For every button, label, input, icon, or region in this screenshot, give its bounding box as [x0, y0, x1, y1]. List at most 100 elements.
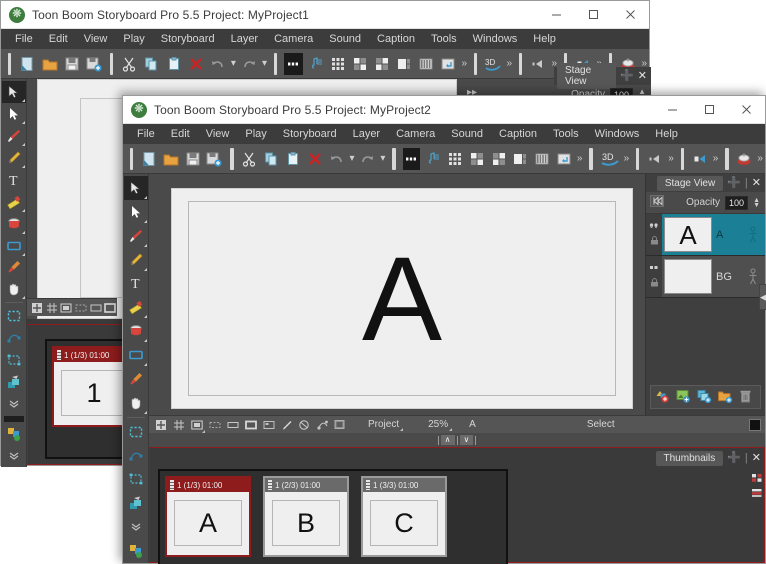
film-icon[interactable] — [417, 53, 435, 75]
current-color-swatch[interactable] — [749, 418, 761, 431]
toolbar-grip[interactable] — [589, 147, 593, 170]
contour-editor-tool[interactable] — [124, 444, 148, 468]
thumbnails-side-tools[interactable] — [752, 473, 762, 500]
bitmap-layer-icon[interactable] — [649, 264, 659, 276]
drawing-layer-icon[interactable] — [649, 222, 659, 234]
add-panel-icon[interactable]: ➕ — [620, 70, 634, 82]
menu-edit[interactable]: Edit — [163, 126, 198, 142]
layers-panel-footer[interactable] — [650, 385, 761, 409]
close-panel-icon[interactable]: ✕ — [752, 177, 761, 189]
menu-edit[interactable]: Edit — [41, 31, 76, 47]
toolbar-grip[interactable] — [130, 147, 134, 170]
undo-dropdown-icon[interactable]: ▾ — [350, 153, 355, 164]
duplicate-layer-icon[interactable] — [697, 389, 712, 406]
rectangle-tool[interactable] — [124, 343, 148, 367]
nav-up-icon[interactable]: ∧ — [440, 435, 455, 445]
export-icon[interactable] — [555, 148, 573, 170]
lock-icon[interactable] — [650, 277, 659, 290]
menu-file[interactable]: File — [7, 31, 41, 47]
background-window-toolbar[interactable]: ▾ ▾ » 3D » » » — [1, 49, 649, 79]
menu-tools[interactable]: Tools — [545, 126, 587, 142]
copy-icon[interactable] — [262, 148, 280, 170]
pencil-tool[interactable] — [2, 147, 26, 169]
brush-tool[interactable] — [124, 224, 148, 248]
next-panel-icon[interactable] — [691, 148, 709, 170]
eyedropper-tool[interactable] — [124, 367, 148, 391]
layout2-icon[interactable] — [468, 148, 486, 170]
add-vector-layer-icon[interactable] — [655, 389, 670, 406]
new-project-icon[interactable] — [140, 148, 158, 170]
prev-panel-icon[interactable] — [529, 53, 547, 75]
pointer-tool[interactable] — [123, 176, 148, 200]
layer-name[interactable]: A — [716, 214, 741, 255]
menu-tools[interactable]: Tools — [423, 31, 465, 47]
layers-panel[interactable]: Stage View ➕ | ✕ Opacity 100 ▲ ▼ A A BG … — [645, 174, 766, 415]
frame-icon[interactable] — [242, 417, 259, 433]
new-project-icon[interactable] — [18, 53, 36, 75]
toolbar-grip[interactable] — [636, 147, 640, 170]
grid-icon[interactable] — [329, 53, 347, 75]
tool-overflow-icon[interactable] — [2, 445, 26, 467]
contour-editor-tool[interactable] — [2, 327, 26, 349]
menu-layer[interactable]: Layer — [345, 126, 389, 142]
transform-tool[interactable] — [124, 467, 148, 491]
film-icon[interactable] — [533, 148, 551, 170]
hand-tool[interactable] — [124, 391, 148, 415]
opacity-stepper[interactable]: ▲▼ — [753, 197, 760, 209]
safe-area-icon[interactable] — [74, 300, 88, 316]
layer-gutter[interactable] — [646, 214, 662, 255]
sound-icon[interactable] — [424, 148, 442, 170]
project-dropdown-icon[interactable] — [400, 428, 404, 431]
opacity-value[interactable]: 100 — [725, 195, 749, 210]
pen-icon[interactable] — [278, 417, 295, 433]
camera-mask-icon[interactable] — [59, 300, 73, 316]
toolbar-overflow-icon[interactable]: » — [461, 58, 467, 69]
close-icon[interactable] — [612, 1, 649, 29]
timeline-icon[interactable] — [284, 52, 303, 75]
stage-canvas-area[interactable]: A — [149, 174, 645, 415]
layer-name[interactable]: BG — [716, 256, 741, 297]
undo-icon[interactable] — [328, 148, 346, 170]
active-window-controls[interactable] — [654, 96, 765, 124]
collapse-left-icon[interactable]: ◀ — [759, 284, 766, 310]
nav-down-icon[interactable]: ∨ — [459, 435, 474, 445]
color-tool[interactable] — [124, 539, 148, 563]
menu-help[interactable]: Help — [647, 126, 686, 142]
close-panel-icon[interactable]: ✕ — [638, 70, 647, 82]
panel-tab-thumbnails[interactable]: Thumbnails — [655, 450, 724, 466]
transform-tool[interactable] — [2, 349, 26, 371]
canvas-page[interactable]: A — [171, 188, 633, 409]
thumbnails-panel[interactable]: Thumbnails ➕ | ✕ 1 (1/3) 01:00 A 1 (2/3)… — [149, 447, 765, 564]
menu-windows[interactable]: Windows — [465, 31, 526, 47]
project-label[interactable]: Project — [368, 419, 399, 430]
eyedropper-tool[interactable] — [2, 257, 26, 279]
toolbar-overflow-icon[interactable]: » — [624, 153, 630, 164]
thumbnails-strip[interactable]: 1 (1/3) 01:00 A 1 (2/3) 01:00 B 1 (3/3) … — [158, 469, 508, 564]
grid-icon[interactable] — [170, 417, 187, 433]
layer-move-tool[interactable] — [2, 371, 26, 393]
toolbar-grip[interactable] — [392, 147, 396, 170]
save-icon[interactable] — [184, 148, 202, 170]
panel-nav-strip[interactable]: ∧ ∨ — [149, 433, 765, 447]
marquee-select-tool[interactable] — [124, 420, 148, 444]
toolbar-grip[interactable] — [474, 52, 478, 75]
text-tool[interactable]: T — [2, 169, 26, 191]
thumbnail-size-large-icon[interactable] — [752, 473, 762, 485]
maximize-icon[interactable] — [691, 96, 728, 124]
toolbar-grip[interactable] — [230, 147, 234, 170]
stage-statusbar[interactable]: Project 25% A Select — [149, 415, 765, 433]
marquee-select-tool[interactable] — [2, 305, 26, 327]
onion-icon[interactable] — [296, 417, 313, 433]
tool-color-bar[interactable] — [3, 415, 24, 423]
open-project-icon[interactable] — [162, 148, 180, 170]
toolbar-overflow-icon[interactable]: » — [506, 58, 512, 69]
layout2-icon[interactable] — [351, 53, 369, 75]
delete-layer-icon[interactable] — [739, 389, 752, 406]
menu-storyboard[interactable]: Storyboard — [275, 126, 345, 142]
pencil-tool[interactable] — [124, 248, 148, 272]
select-tool[interactable] — [2, 103, 26, 125]
menu-sound[interactable]: Sound — [321, 31, 369, 47]
redo-dropdown-icon[interactable]: ▾ — [262, 58, 267, 69]
menu-play[interactable]: Play — [115, 31, 152, 47]
add-group-icon[interactable] — [718, 389, 733, 406]
